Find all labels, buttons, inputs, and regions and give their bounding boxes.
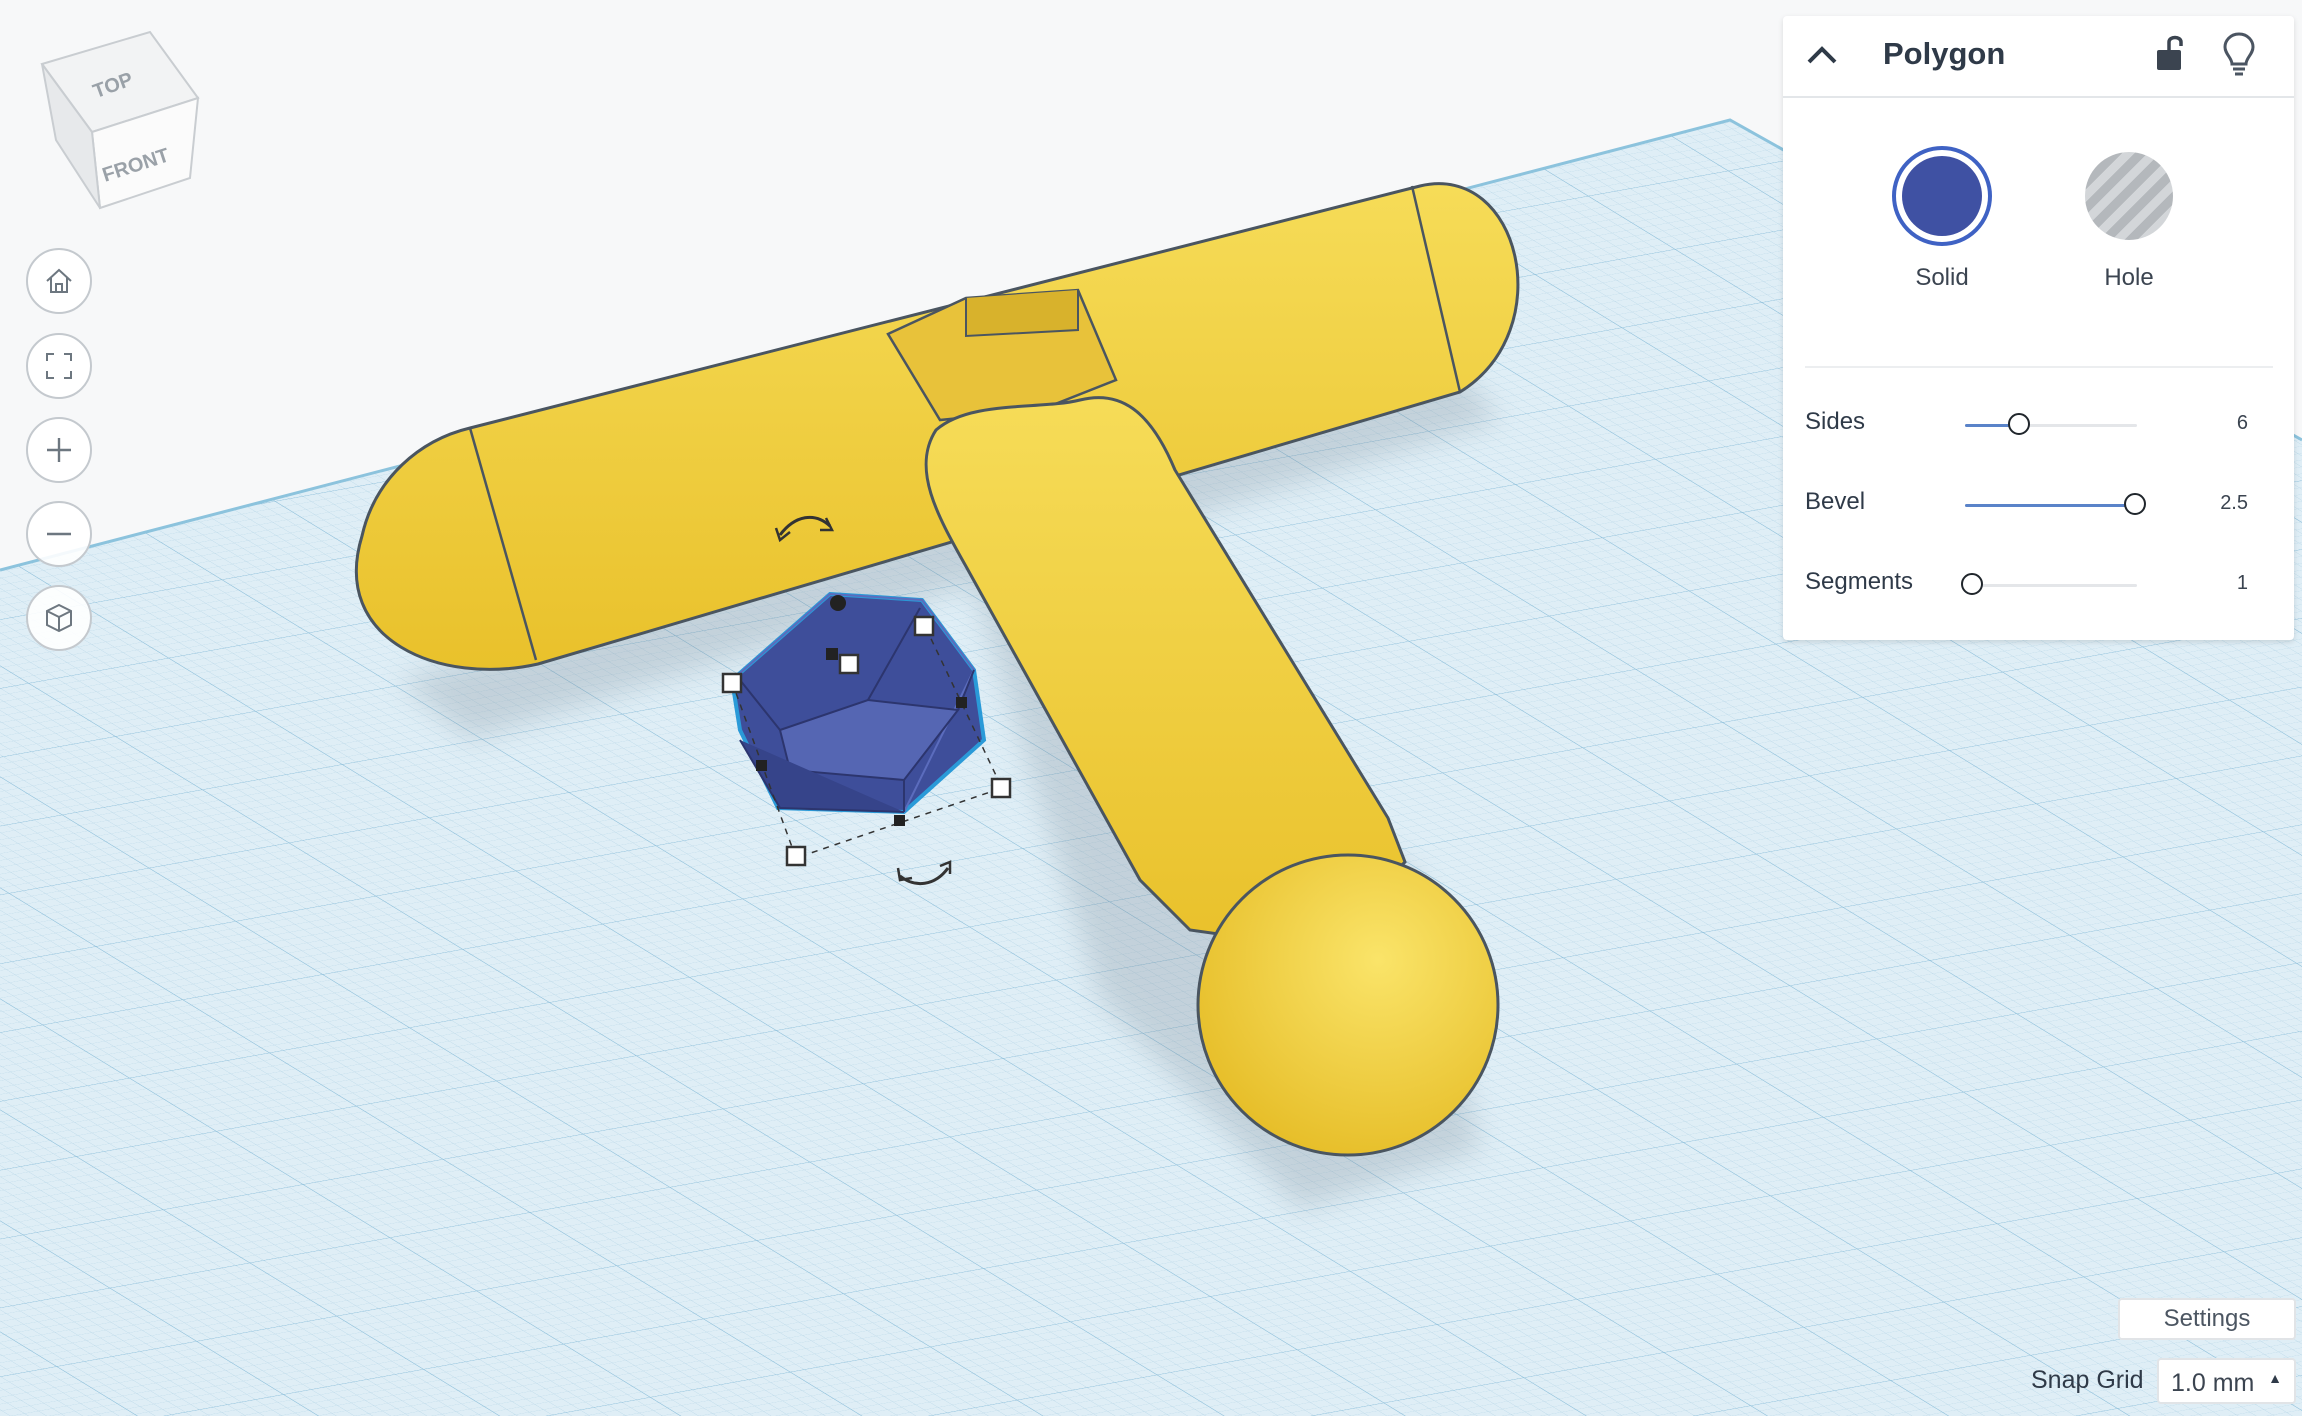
fit-view-icon <box>46 353 72 379</box>
settings-button[interactable]: Settings <box>2118 1298 2296 1340</box>
collapse-chevron-icon[interactable] <box>1805 40 1839 70</box>
solid-label: Solid <box>1915 264 1969 291</box>
sides-slider-knob[interactable] <box>2008 413 2030 435</box>
perspective-toggle-button[interactable] <box>26 585 92 651</box>
segments-label: Segments <box>1805 568 1914 595</box>
solid-material-button[interactable] <box>1892 146 1992 246</box>
segments-slider[interactable] <box>1961 573 2137 595</box>
unlock-icon[interactable] <box>2153 32 2187 76</box>
inspector-title: Polygon <box>1883 36 2006 71</box>
hole-material-button[interactable] <box>2085 152 2173 240</box>
inspector-header: Polygon <box>1783 16 2294 98</box>
zoom-in-button[interactable] <box>26 417 92 483</box>
sides-slider[interactable] <box>1965 413 2137 435</box>
bevel-slider[interactable] <box>1965 493 2146 515</box>
snap-grid-label: Snap Grid <box>2031 1366 2144 1394</box>
bevel-label: Bevel <box>1805 488 1866 515</box>
snap-grid-value: 1.0 mm <box>2171 1369 2255 1397</box>
hole-label: Hole <box>2104 264 2154 291</box>
sides-label: Sides <box>1805 408 1866 435</box>
caret-up-icon: ▲ <box>2268 1370 2282 1386</box>
sides-value[interactable]: 6 <box>2188 412 2248 435</box>
bevel-value[interactable]: 2.5 <box>2188 492 2248 515</box>
segments-slider-knob[interactable] <box>1961 573 1983 595</box>
view-cube[interactable]: TOP FRONT <box>40 30 200 210</box>
plus-icon <box>47 438 71 462</box>
inspector-divider <box>1805 366 2273 368</box>
zoom-out-button[interactable] <box>26 501 92 567</box>
home-view-button[interactable] <box>26 248 92 314</box>
snap-grid-select[interactable]: 1.0 mm ▲ <box>2157 1358 2296 1404</box>
shape-inspector-panel: Polygon Solid Hole Sides 6 Bevel 2.5 Seg… <box>1783 16 2294 640</box>
lightbulb-icon[interactable] <box>2221 30 2257 78</box>
minus-icon <box>47 532 71 536</box>
fit-view-button[interactable] <box>26 333 92 399</box>
home-icon <box>46 268 72 293</box>
segments-value[interactable]: 1 <box>2188 572 2248 595</box>
bevel-slider-knob[interactable] <box>2124 493 2146 515</box>
bevel-slider-fill <box>1965 504 2135 507</box>
cube-icon <box>46 603 72 633</box>
solid-swatch <box>1902 156 1982 236</box>
